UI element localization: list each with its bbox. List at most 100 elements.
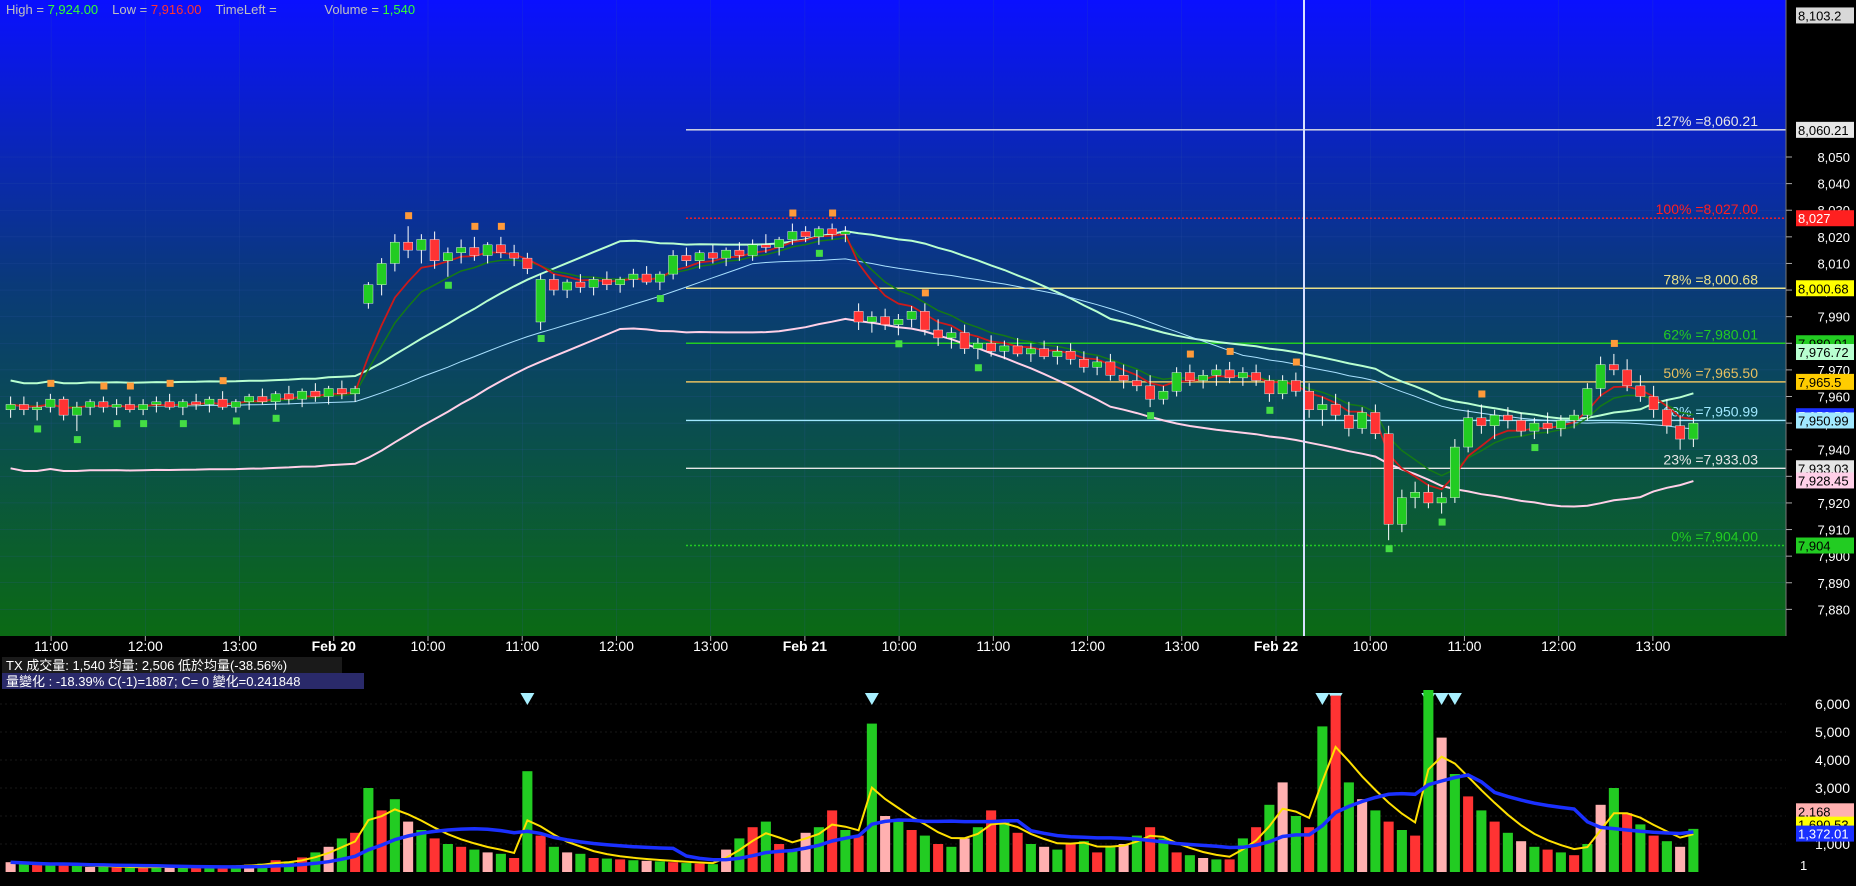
candle-body bbox=[217, 398, 228, 408]
candle-body bbox=[45, 398, 56, 408]
volume-bar bbox=[1648, 835, 1659, 872]
candle-body bbox=[840, 231, 851, 235]
candle-body bbox=[1065, 351, 1076, 360]
volume-bar bbox=[1251, 827, 1262, 872]
volume-bar bbox=[1529, 846, 1540, 872]
buy-signal-marker bbox=[537, 334, 545, 342]
candle-body bbox=[535, 279, 546, 323]
candle-body bbox=[681, 255, 692, 261]
volume-bar bbox=[760, 821, 771, 872]
candle-body bbox=[641, 273, 652, 283]
time-tick-label: 12:00 bbox=[128, 638, 163, 654]
volume-bar bbox=[933, 844, 944, 872]
candle-body bbox=[257, 396, 268, 403]
volume-bar bbox=[1476, 810, 1487, 872]
candle-body bbox=[1397, 497, 1407, 525]
candle-body bbox=[1238, 372, 1248, 379]
sell-signal-marker bbox=[219, 377, 227, 385]
volume-bar bbox=[1317, 726, 1328, 872]
time-tick-label: 11:00 bbox=[976, 638, 1010, 654]
volume-bar bbox=[363, 788, 374, 872]
volume-bar bbox=[986, 810, 997, 872]
price-tick-label: 7,880 bbox=[1817, 602, 1850, 617]
volume-bar bbox=[482, 852, 493, 872]
price-volume-chart[interactable]: 127% =8,060.21 100% =8,027.00 78% =8,000.6… bbox=[0, 0, 1856, 886]
candle-body bbox=[774, 239, 784, 248]
candle-body bbox=[615, 279, 625, 285]
candle-body bbox=[628, 273, 639, 280]
volume-bar bbox=[535, 835, 546, 872]
volume-info-line1: TX 成交量: 1,540 均量: 2,506 低於均量(-38.56%) bbox=[6, 658, 287, 673]
candle-body bbox=[1436, 497, 1447, 504]
price-tick-label: 8,050 bbox=[1817, 150, 1850, 165]
candle-body bbox=[1185, 372, 1195, 381]
volume-bar bbox=[1502, 832, 1513, 872]
candle-body bbox=[655, 273, 665, 283]
volume-bar bbox=[350, 832, 361, 872]
time-tick-label: 10:00 bbox=[410, 638, 445, 654]
candle-body bbox=[1622, 369, 1632, 387]
candle-body bbox=[496, 244, 506, 254]
sell-signal-marker bbox=[100, 382, 108, 390]
volume-bar bbox=[1025, 844, 1036, 872]
buy-signal-marker bbox=[895, 340, 903, 348]
time-tick-label: Feb 22 bbox=[1254, 638, 1299, 654]
volume-bar bbox=[1078, 841, 1089, 872]
volume-bar bbox=[654, 861, 665, 872]
candle-body bbox=[800, 231, 811, 238]
candle-body bbox=[19, 404, 29, 411]
volume-bar bbox=[1184, 855, 1195, 872]
volume-bar bbox=[124, 867, 135, 872]
candle-body bbox=[1635, 385, 1646, 397]
candle-body bbox=[1476, 417, 1487, 426]
candle-body bbox=[522, 257, 533, 269]
price-tick-label: 8,020 bbox=[1817, 230, 1850, 245]
high-value: 7,924.00 bbox=[48, 2, 99, 17]
volume-info-line2: 量變化 : -18.39% C(-1)=1887; C= 0 變化=0.2418… bbox=[6, 674, 300, 689]
volume-bar bbox=[469, 849, 480, 872]
sell-signal-marker bbox=[1478, 390, 1486, 398]
volume-bar bbox=[495, 853, 506, 872]
candle-body bbox=[416, 239, 427, 251]
candle-body bbox=[1569, 414, 1579, 421]
volume-bar bbox=[548, 846, 559, 872]
candle-body bbox=[787, 231, 798, 240]
candle-body bbox=[1662, 409, 1672, 426]
candle-body bbox=[747, 244, 758, 256]
candle-body bbox=[1595, 364, 1606, 389]
price-tick-label: 7,940 bbox=[1817, 443, 1850, 458]
volume-bar bbox=[1065, 844, 1076, 872]
candle-body bbox=[575, 281, 586, 288]
candle-body bbox=[973, 343, 983, 349]
volume-bar bbox=[628, 860, 639, 872]
candle-body bbox=[1211, 369, 1222, 376]
volume-bar bbox=[1410, 835, 1421, 872]
volume-bar bbox=[1357, 799, 1368, 872]
volume-panel-readout: TX 成交量: 1,540 均量: 2,506 低於均量(-38.56%) 量變… bbox=[2, 657, 364, 689]
volume-bar bbox=[734, 838, 745, 872]
candle-body bbox=[231, 401, 241, 408]
sell-signal-marker bbox=[126, 382, 134, 390]
volume-bar bbox=[1052, 849, 1063, 872]
price-tick-label: 7,960 bbox=[1817, 389, 1850, 404]
volume-bar bbox=[1092, 852, 1103, 872]
buy-signal-marker bbox=[113, 420, 121, 428]
price-tick-label: 8,010 bbox=[1817, 256, 1850, 271]
price-tick-label: 7,920 bbox=[1817, 496, 1850, 511]
low-value: 7,916.00 bbox=[151, 2, 202, 17]
price-badge-label: 8,103.2 bbox=[1798, 8, 1841, 23]
candle-body bbox=[1410, 492, 1420, 498]
volume-value: 1,540 bbox=[383, 2, 416, 17]
price-badge-label: 7,976.72 bbox=[1798, 345, 1849, 360]
volume-bar bbox=[668, 862, 679, 872]
buy-signal-marker bbox=[272, 414, 280, 422]
volume-bar bbox=[1330, 695, 1341, 872]
sell-signal-marker bbox=[1226, 347, 1234, 355]
candle-body bbox=[1264, 380, 1275, 395]
price-badge-label: 7,965.5 bbox=[1798, 375, 1841, 390]
candle-body bbox=[1648, 396, 1659, 411]
candle-body bbox=[1198, 375, 1208, 381]
candle-body bbox=[1317, 404, 1328, 411]
trading-chart-window: 127% =8,060.21 100% =8,027.00 78% =8,000.6… bbox=[0, 0, 1856, 886]
candle-body bbox=[1383, 433, 1394, 525]
